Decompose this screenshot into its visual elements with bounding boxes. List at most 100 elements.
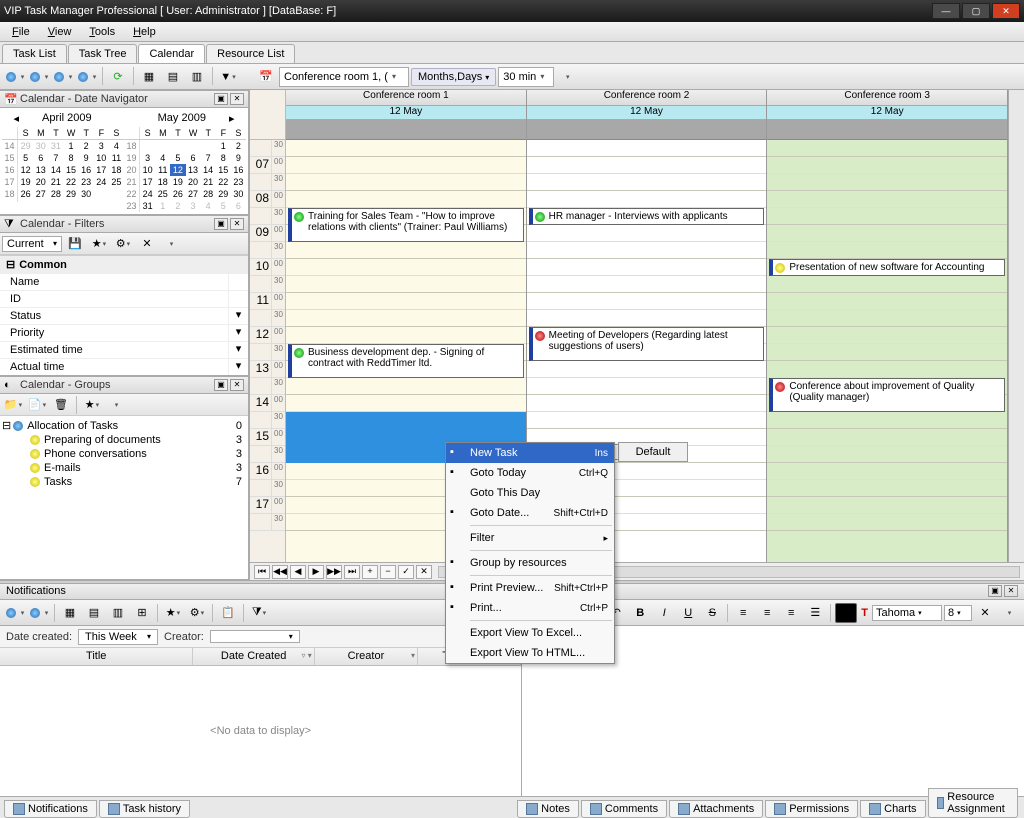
tb-filter[interactable]: ▼ xyxy=(217,67,239,87)
tree-item[interactable]: Phone conversations xyxy=(44,448,230,460)
calendar-day[interactable]: 14 xyxy=(2,140,18,152)
calendar-day[interactable]: 16 xyxy=(2,164,18,176)
ntb-2[interactable] xyxy=(28,603,50,623)
nav-cancel[interactable]: ✕ xyxy=(416,565,432,579)
panel-pin-icon[interactable]: ▣ xyxy=(214,379,228,391)
tb-grid3[interactable]: ▥ xyxy=(186,67,208,87)
ntb-7[interactable]: ★ xyxy=(162,603,184,623)
calendar-day[interactable]: 1 xyxy=(155,200,170,212)
calendar-day[interactable]: 7 xyxy=(201,152,216,164)
calendar-day[interactable] xyxy=(140,140,155,152)
nav-next-page[interactable]: ▶▶ xyxy=(326,565,342,579)
rte-more[interactable] xyxy=(998,603,1020,623)
panel-close-icon[interactable]: ✕ xyxy=(1004,585,1018,597)
context-menu-item[interactable]: ▪Goto Date...Shift+Ctrl+D xyxy=(446,503,614,523)
calendar-day[interactable]: 19 xyxy=(18,176,33,188)
calendar-day[interactable]: 20 xyxy=(33,176,48,188)
rte-color[interactable] xyxy=(835,603,857,623)
rte-align-l[interactable]: ≡ xyxy=(732,603,754,623)
tb-grid2[interactable]: ▤ xyxy=(162,67,184,87)
filter-save[interactable]: 💾 xyxy=(64,234,86,254)
filter-field[interactable]: Name xyxy=(0,274,228,290)
calendar-day[interactable]: 21 xyxy=(48,176,63,188)
calendar-day[interactable]: 13 xyxy=(186,164,201,176)
calendar-day[interactable]: 17 xyxy=(94,164,109,176)
grp-fav[interactable]: ★ xyxy=(81,395,103,415)
calendar-day[interactable]: 6 xyxy=(186,152,201,164)
calendar-day[interactable]: 17 xyxy=(2,176,18,188)
context-menu-item[interactable]: ▪Print...Ctrl+P xyxy=(446,598,614,618)
calendar-event[interactable]: Training for Sales Team - "How to improv… xyxy=(288,208,524,242)
filter-value-drop[interactable] xyxy=(228,274,248,290)
col-date-created[interactable]: Date Created▿ ▾ xyxy=(193,648,314,665)
col-title[interactable]: Title xyxy=(0,648,193,665)
calendar-day[interactable] xyxy=(48,200,63,202)
calendar-day[interactable]: 22 xyxy=(216,176,231,188)
calendar-day[interactable]: 6 xyxy=(33,152,48,164)
calendar-day[interactable]: 12 xyxy=(18,164,33,176)
calendar-day[interactable]: 21 xyxy=(124,176,140,188)
calendar-day[interactable]: 5 xyxy=(18,152,33,164)
calendar-day[interactable]: 11 xyxy=(155,164,170,176)
grp-del[interactable]: 🗑 xyxy=(50,395,72,415)
calendar-day[interactable]: 28 xyxy=(48,188,63,200)
calendar-day[interactable]: 2 xyxy=(231,140,246,152)
context-menu-item[interactable]: Export View To HTML... xyxy=(446,643,614,663)
calendar-day[interactable]: 9 xyxy=(231,152,246,164)
calendar-event[interactable]: Meeting of Developers (Regarding latest … xyxy=(529,327,765,361)
ntb-5[interactable]: ▥ xyxy=(107,603,129,623)
room-body[interactable]: Presentation of new software for Account… xyxy=(767,140,1007,562)
ntb-8[interactable]: ⚙ xyxy=(186,603,208,623)
filter-value-drop[interactable]: ▾ xyxy=(228,359,248,375)
nav-add[interactable]: + xyxy=(362,565,378,579)
calendar-day[interactable]: 20 xyxy=(124,164,140,176)
nav-prev-page[interactable]: ◀◀ xyxy=(272,565,288,579)
btab-task-history[interactable]: Task history xyxy=(99,800,190,818)
filter-field[interactable]: Estimated time xyxy=(0,342,228,358)
filter-value-drop[interactable]: ▾ xyxy=(228,342,248,358)
prev-month-icon[interactable]: ◂ xyxy=(14,112,20,125)
calendar-day[interactable]: 7 xyxy=(48,152,63,164)
calendar-day[interactable]: 1 xyxy=(216,140,231,152)
calendar-day[interactable]: 26 xyxy=(170,188,185,200)
nav-next[interactable]: ▶ xyxy=(308,565,324,579)
filter-value-drop[interactable]: ▾ xyxy=(228,325,248,341)
calendar-day[interactable]: 14 xyxy=(48,164,63,176)
col-creator[interactable]: Creator▾ xyxy=(315,648,418,665)
calendar-day[interactable]: 23 xyxy=(231,176,246,188)
calendar-day[interactable]: 13 xyxy=(33,164,48,176)
calendar-day[interactable]: 14 xyxy=(201,164,216,176)
maximize-button[interactable]: ▢ xyxy=(962,3,990,19)
calendar-day[interactable] xyxy=(170,140,185,152)
grp-edit[interactable]: 📄 xyxy=(26,395,48,415)
rte-font-select[interactable]: Tahoma▾ xyxy=(872,605,942,621)
tab-task-list[interactable]: Task List xyxy=(2,44,67,63)
menu-help[interactable]: Help xyxy=(125,24,164,40)
context-menu-item[interactable]: Filter▸ xyxy=(446,528,614,548)
calendar-event[interactable]: Presentation of new software for Account… xyxy=(769,259,1005,276)
calendar-day[interactable] xyxy=(109,200,124,202)
calendar-day[interactable] xyxy=(64,200,79,202)
context-menu-item[interactable]: ▪Print Preview...Shift+Ctrl+P xyxy=(446,578,614,598)
next-month-icon[interactable]: ▸ xyxy=(229,112,235,125)
calendar-day[interactable]: 19 xyxy=(170,176,185,188)
grp-more[interactable] xyxy=(105,395,127,415)
calendar-day[interactable]: 29 xyxy=(18,140,33,152)
minimize-button[interactable]: — xyxy=(932,3,960,19)
calendar-day[interactable]: 22 xyxy=(124,188,140,200)
calendar-day[interactable]: 2 xyxy=(79,140,94,152)
menu-file[interactable]: File xyxy=(4,24,38,40)
menu-tools[interactable]: Tools xyxy=(81,24,123,40)
rte-bold[interactable]: B xyxy=(629,603,651,623)
default-badge[interactable]: Default xyxy=(618,442,688,462)
calendar-day[interactable]: 15 xyxy=(2,152,18,164)
calendar-day[interactable]: 18 xyxy=(109,164,124,176)
calendar-day[interactable]: 23 xyxy=(124,200,140,212)
rte-underline[interactable]: U xyxy=(677,603,699,623)
filter-preset-select[interactable]: Current▾ xyxy=(2,236,62,252)
calendar-day[interactable]: 10 xyxy=(94,152,109,164)
interval-dropdown[interactable]: 30 min▾ xyxy=(498,67,554,87)
calendar-day[interactable] xyxy=(109,188,124,200)
calendar-day[interactable]: 9 xyxy=(79,152,94,164)
calendar-day[interactable]: 16 xyxy=(79,164,94,176)
